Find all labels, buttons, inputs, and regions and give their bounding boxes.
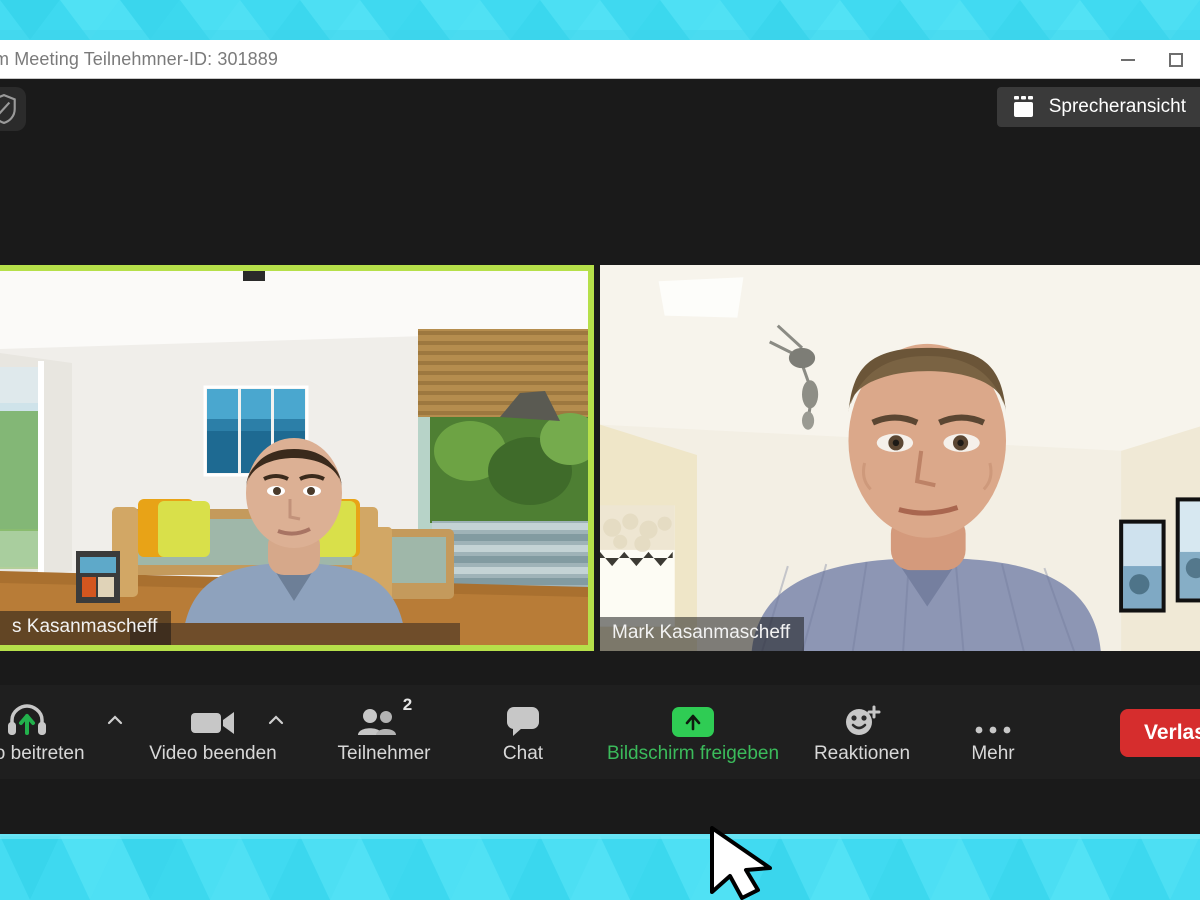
headset-join-audio-icon	[7, 693, 47, 737]
toolbar-label-video: Video beenden	[149, 743, 277, 764]
toolbar-item-participants[interactable]: 2 Teilnehmer	[314, 693, 454, 765]
participant-name-label: s Kasanmascheff	[0, 611, 172, 645]
participant-name-label: Mark Kasanmascheff	[600, 617, 805, 651]
window-controls	[1104, 40, 1200, 79]
mouse-pointer-icon	[710, 826, 772, 900]
participant-count-badge: 2	[402, 695, 413, 714]
meeting-toolbar: udio beitreten Video beenden	[0, 685, 1200, 779]
toolbar-item-audio[interactable]: udio beitreten	[0, 693, 97, 765]
toolbar-item-video[interactable]: Video beenden	[143, 693, 283, 765]
polygon-pattern-bottom	[0, 834, 1200, 900]
video-feed-right	[600, 265, 1200, 651]
maximize-button[interactable]	[1152, 40, 1200, 79]
toolbar-label-audio: udio beitreten	[0, 743, 85, 764]
chevron-up-icon	[268, 715, 284, 725]
toolbar-item-more[interactable]: Mehr	[923, 693, 1063, 765]
toolbar-item-share-screen[interactable]: Bildschirm freigeben	[607, 693, 779, 765]
toolbar-item-reactions[interactable]: Reaktionen	[792, 693, 932, 765]
reactions-icon	[843, 693, 881, 737]
share-screen-icon	[672, 707, 714, 737]
shield-icon	[0, 94, 16, 124]
speaker-view-icon	[1013, 96, 1033, 117]
video-feed-left	[0, 271, 588, 645]
more-dots-icon	[973, 693, 1013, 737]
video-options-caret[interactable]	[268, 713, 284, 728]
toolbar-label-participants: Teilnehmer	[337, 743, 431, 764]
participants-icon-group: 2	[356, 693, 412, 737]
zoom-meeting-window: m Meeting Teilnehmner-ID: 301889 Spreche…	[0, 40, 1200, 834]
toolbar-label-reactions: Reaktionen	[813, 743, 911, 764]
screenshot-root: m Meeting Teilnehmner-ID: 301889 Spreche…	[0, 0, 1200, 900]
video-tile-participant[interactable]: Mark Kasanmascheff	[600, 265, 1200, 651]
encryption-status-button[interactable]	[0, 87, 26, 131]
minimize-icon	[1121, 58, 1135, 61]
minimize-button[interactable]	[1104, 40, 1152, 79]
camera-icon	[190, 693, 236, 737]
bottom-decorative-banner	[0, 834, 1200, 900]
view-mode-label: Sprecheransicht	[1048, 96, 1186, 117]
top-decorative-banner	[0, 0, 1200, 40]
window-titlebar: m Meeting Teilnehmner-ID: 301889	[0, 40, 1200, 79]
chat-bubble-icon	[505, 693, 541, 737]
meeting-id-title: m Meeting Teilnehmner-ID: 301889	[0, 48, 279, 69]
audio-options-caret[interactable]	[107, 713, 123, 728]
video-tile-active-speaker[interactable]: s Kasanmascheff	[0, 265, 594, 651]
toolbar-label-share-screen: Bildschirm freigeben	[606, 743, 780, 764]
leave-meeting-button[interactable]: Verlassen	[1120, 709, 1200, 757]
mouse-cursor	[706, 826, 796, 900]
share-screen-icon-wrap	[672, 693, 714, 737]
toolbar-item-chat[interactable]: Chat	[453, 693, 593, 765]
meeting-stage: Sprecheransicht s Kasanmascheff Mark Kas…	[0, 79, 1200, 779]
toolbar-label-chat: Chat	[502, 743, 544, 764]
maximize-icon	[1169, 52, 1183, 67]
polygon-pattern-top	[0, 0, 1200, 40]
toolbar-label-more: Mehr	[971, 743, 1015, 764]
participants-icon	[357, 709, 396, 735]
video-tile-grid: s Kasanmascheff Mark Kasanmascheff	[0, 265, 1200, 651]
view-mode-toggle[interactable]: Sprecheransicht	[996, 87, 1200, 127]
chevron-up-icon	[107, 715, 123, 725]
